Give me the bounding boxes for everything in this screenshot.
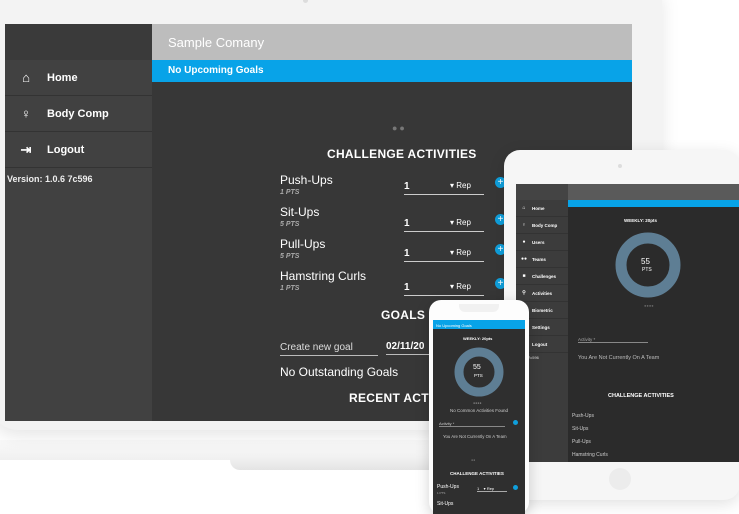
nav-label: Users — [532, 239, 545, 245]
phone-team-status: You Are Not Currently On A Team — [443, 434, 507, 439]
phone-frame: No Upcoming Goals WEEKLY: 20pts 55 PTS ●… — [429, 300, 529, 514]
phone-next-activity: Sit-Ups — [437, 501, 454, 507]
phone-unit-label: Rep — [486, 486, 495, 491]
phone-points-donut — [454, 347, 504, 397]
phone-notch — [459, 304, 499, 312]
nav-label: Teams — [532, 256, 546, 262]
tablet-nav-activities[interactable]: ⚲ Activities — [516, 285, 568, 302]
tablet-nav-home[interactable]: ⌂ Home — [516, 200, 568, 217]
tablet-camera — [618, 164, 622, 168]
unit-select[interactable]: ▾ Rep — [450, 218, 471, 227]
tablet-goals-banner[interactable] — [568, 200, 739, 207]
unit-label: Rep — [456, 248, 471, 257]
sidebar-item-body-comp[interactable]: ♀ Body Comp — [5, 96, 152, 132]
tablet-nav-body-comp[interactable]: ♀ Body Comp — [516, 217, 568, 234]
laptop-hinge — [230, 458, 440, 470]
phone-screen: No Upcoming Goals WEEKLY: 20pts 55 PTS ●… — [433, 320, 525, 514]
recent-activities-title: RECENT ACTIV — [349, 391, 441, 405]
laptop-camera — [303, 0, 308, 3]
quantity-field[interactable]: 1 — [404, 218, 484, 232]
version-label: Version: 1.0.6 7c596 — [7, 174, 93, 184]
nav-label: Activities — [532, 290, 553, 296]
phone-goals-banner[interactable]: No Upcoming Goals — [433, 320, 525, 329]
tablet-activity-3: Pull-Ups — [572, 439, 591, 445]
sidebar: ⌂ Home ♀ Body Comp ⇥ Logout Version: 1.0… — [5, 24, 152, 421]
phone-weekly-label: WEEKLY: 20pts — [463, 336, 493, 341]
nav-label: Settings — [532, 324, 550, 330]
user-icon: ● — [522, 239, 526, 245]
unit-select[interactable]: ▾ Rep — [450, 181, 471, 190]
tablet-nav-teams[interactable]: ●● Teams — [516, 251, 568, 268]
nav-label: Body Comp — [532, 222, 558, 228]
phone-add-activity-icon[interactable] — [513, 485, 518, 490]
tablet-activity-4: Hamstring Curls — [572, 452, 608, 458]
tablet-frame: ⌂ Home ♀ Body Comp ● Users ●● Teams ■ Challen… — [504, 150, 739, 500]
tablet-activity-1: Push-Ups — [572, 413, 594, 419]
pager-dots[interactable]: ●●●● — [644, 303, 654, 308]
logout-icon: ⇥ — [20, 141, 32, 157]
nav-label: Challenges — [532, 273, 557, 279]
unit-select[interactable]: ▾ Rep — [450, 248, 471, 257]
phone-quantity-field[interactable]: 1 ▾ Rep — [477, 486, 507, 492]
sidebar-item-logout[interactable]: ⇥ Logout — [5, 132, 152, 168]
group-icon: ●● — [520, 256, 528, 262]
phone-carousel-dots[interactable]: ●● — [471, 458, 475, 462]
tablet-topbar — [568, 184, 739, 200]
phone-qty-value: 1 — [477, 486, 480, 491]
quantity-field[interactable]: 1 — [404, 181, 484, 195]
sidebar-header — [5, 24, 152, 60]
tablet-activity-2: Sit-Ups — [572, 426, 589, 432]
phone-activity-points: 1 PTS — [437, 491, 446, 495]
unit-select[interactable]: ▾ Rep — [450, 282, 471, 291]
tablet-challenge-title: CHALLENGE ACTIVITIES — [608, 393, 674, 399]
points-unit: PTS — [642, 267, 652, 273]
phone-pager-dots[interactable]: ●●●● — [473, 401, 481, 405]
carousel-dots[interactable]: ●● — [392, 123, 407, 133]
sidebar-item-label: Home — [47, 71, 78, 84]
sidebar-item-home[interactable]: ⌂ Home — [5, 60, 152, 96]
goals-title: GOALS — [381, 308, 426, 322]
device-mockup-stage: ⌂ Home ♀ Body Comp ⇥ Logout Version: 1.0… — [0, 0, 739, 514]
unit-label: Rep — [456, 218, 471, 227]
tablet-nav-challenges[interactable]: ■ Challenges — [516, 268, 568, 285]
unit-label: Rep — [456, 282, 471, 291]
tablet-main: WEEKLY: 20pts 55 PTS ●●●● Activity * You… — [568, 207, 739, 462]
quantity-field[interactable]: 1 — [404, 282, 484, 296]
nav-label: Logout — [532, 341, 548, 347]
tablet-home-button — [609, 468, 631, 490]
phone-challenge-title: CHALLENGE ACTIVITIES — [450, 471, 504, 476]
challenge-icon: ■ — [522, 273, 526, 279]
new-goal-input[interactable]: Create new goal — [280, 342, 378, 356]
home-icon: ⌂ — [522, 205, 526, 211]
phone-points-value: 55 — [473, 364, 481, 371]
team-status-text: You Are Not Currently On A Team — [578, 355, 660, 361]
body-icon: ♀ — [21, 106, 31, 121]
tablet-nav-users[interactable]: ● Users — [516, 234, 568, 251]
phone-add-icon[interactable] — [513, 420, 518, 425]
bike-icon: ⚲ — [522, 290, 526, 296]
phone-main: WEEKLY: 20pts 55 PTS ●●●● No Common Acti… — [433, 329, 525, 514]
challenge-activities-title: CHALLENGE ACTIVITIES — [327, 147, 477, 161]
tablet-screen: ⌂ Home ♀ Body Comp ● Users ●● Teams ■ Challen… — [516, 184, 739, 462]
points-value: 55 — [641, 257, 650, 266]
phone-points-unit: PTS — [474, 373, 483, 378]
no-common-activities-text: No Common Activities Found — [450, 408, 509, 413]
sidebar-item-label: Body Comp — [47, 107, 109, 120]
phone-activity-select[interactable]: Activity * — [439, 421, 505, 427]
company-title: Sample Comany — [152, 24, 632, 60]
weekly-points-label: WEEKLY: 20pts — [624, 218, 658, 223]
quantity-field[interactable]: 1 — [404, 248, 484, 262]
nav-label: Home — [532, 205, 545, 211]
nav-label: Biometric — [532, 307, 553, 313]
sidebar-item-label: Logout — [47, 143, 85, 156]
no-goals-text: No Outstanding Goals — [280, 365, 399, 379]
phone-activity-name: Push-Ups — [437, 484, 459, 490]
upcoming-goals-banner[interactable]: No Upcoming Goals — [152, 60, 632, 82]
unit-label: Rep — [456, 181, 471, 190]
home-icon: ⌂ — [22, 70, 30, 85]
activity-select[interactable]: Activity * — [578, 337, 648, 343]
body-icon: ♀ — [522, 222, 526, 228]
